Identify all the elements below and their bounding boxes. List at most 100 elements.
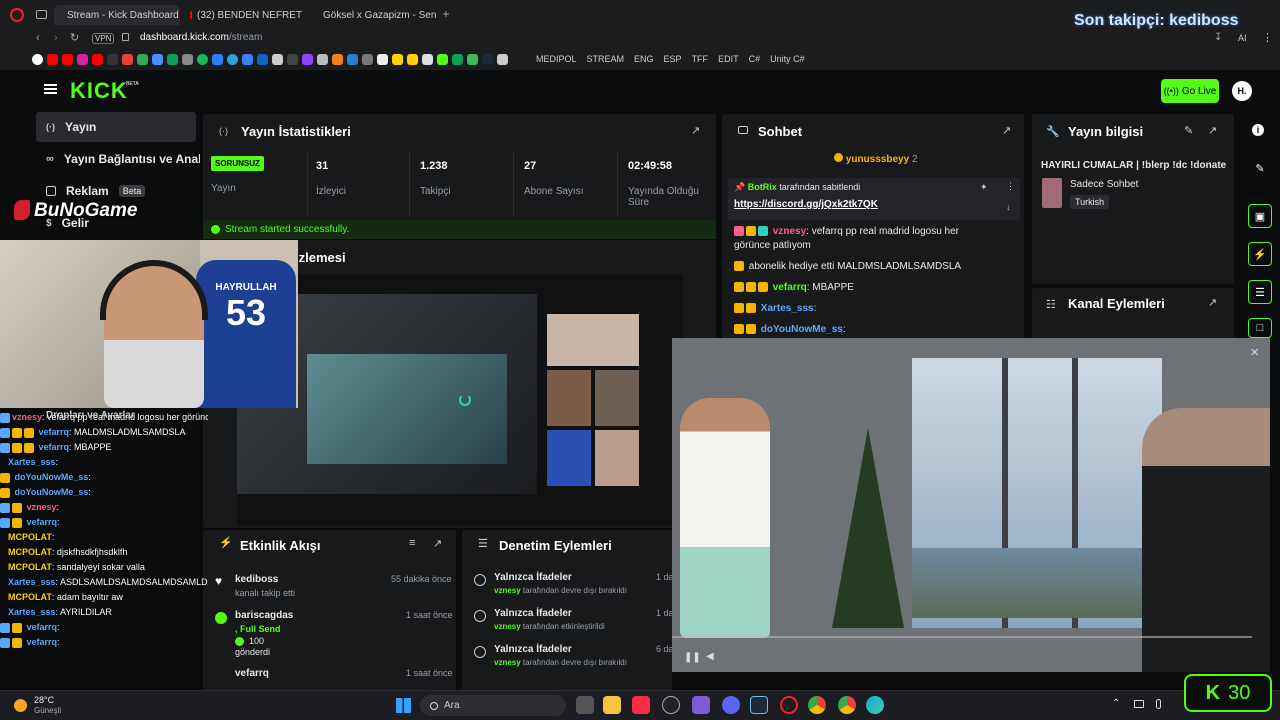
chat-user[interactable]: doYouNowMe_ss — [761, 324, 843, 335]
bookmark-icon[interactable] — [212, 53, 223, 65]
language-tag[interactable]: Turkish — [1070, 195, 1110, 209]
expand-icon[interactable]: ↗ — [691, 124, 700, 137]
pinned-link[interactable]: https://discord.gg/jQxk2tk7QK — [734, 199, 1014, 210]
pause-icon[interactable]: ❚❚ — [684, 652, 701, 663]
google-bookmark-icon[interactable] — [32, 53, 43, 65]
expand-icon[interactable]: ↗ — [1002, 124, 1011, 137]
github-icon[interactable] — [662, 696, 680, 714]
bookmark-icon[interactable] — [272, 53, 283, 65]
gemini-bookmark-icon[interactable] — [152, 53, 163, 65]
info-icon[interactable]: i — [1252, 124, 1264, 136]
music-app-icon[interactable] — [632, 696, 650, 714]
bookmark-icon[interactable] — [242, 53, 253, 65]
kick-bookmark-icon[interactable] — [437, 53, 448, 65]
bookmark-icon[interactable] — [317, 53, 328, 65]
bookmark-icon[interactable] — [332, 53, 343, 65]
bookmark-icon[interactable] — [497, 53, 508, 65]
expand-icon[interactable]: ↗ — [433, 537, 442, 550]
workspace-icon[interactable] — [36, 10, 47, 19]
layout-icon[interactable]: ▣ — [1248, 204, 1272, 228]
moderation-user[interactable]: vznesy — [494, 586, 521, 595]
preview-video[interactable] — [237, 274, 683, 526]
download-icon[interactable]: ↧ — [1214, 32, 1222, 43]
bookmark-icon[interactable] — [407, 53, 418, 65]
pip-progress-bar[interactable] — [672, 636, 1252, 638]
tab-kick-dashboard[interactable]: Stream - Kick Dashboard — [54, 5, 180, 25]
url-field[interactable]: dashboard.kick.com/stream — [140, 32, 262, 43]
ai-icon[interactable]: AI — [1238, 33, 1247, 43]
category-name[interactable]: Sadece Sohbet — [1070, 179, 1138, 190]
instagram-bookmark-icon[interactable] — [77, 53, 88, 65]
taskbar-search[interactable]: Ara — [420, 695, 566, 716]
discord-icon[interactable] — [722, 696, 740, 714]
task-view-icon[interactable] — [576, 696, 594, 714]
bookmark-medipol[interactable]: MEDIPOL — [536, 54, 577, 64]
unpin-icon[interactable]: ✦ — [980, 182, 988, 193]
chat-icon[interactable]: □ — [1248, 318, 1272, 338]
edit-icon[interactable]: ✎ — [1184, 124, 1193, 137]
bookmark-icon[interactable] — [362, 53, 373, 65]
youtube-bookmark-icon[interactable] — [47, 53, 58, 65]
tray-chevron-icon[interactable]: ⌃ — [1112, 698, 1120, 709]
twitch-bookmark-icon[interactable] — [302, 53, 313, 65]
youtube-bookmark-icon[interactable] — [92, 53, 103, 65]
network-icon[interactable] — [1134, 700, 1144, 708]
bookmark-icon[interactable] — [467, 53, 478, 65]
go-live-button[interactable]: ((•)) Go Live — [1161, 79, 1219, 103]
close-icon[interactable]: ✕ — [1250, 346, 1259, 359]
more-icon[interactable]: ⋮ — [1006, 181, 1015, 192]
pinned-message[interactable]: 📌 BotRix tarafından sabitlendi https://d… — [728, 178, 1020, 220]
chat-user[interactable]: vznesy — [773, 226, 806, 237]
bookmark-csharp[interactable]: C# — [749, 54, 761, 64]
steam-icon[interactable] — [750, 696, 768, 714]
microphone-icon[interactable] — [1156, 699, 1161, 709]
list-icon[interactable]: ☰ — [1248, 280, 1272, 304]
moderation-user[interactable]: vznesy — [494, 658, 521, 667]
chat-user[interactable]: vefarrq — [773, 282, 807, 293]
bookmark-icon[interactable] — [422, 53, 433, 65]
chrome-icon[interactable] — [838, 696, 856, 714]
bookmark-icon[interactable] — [392, 53, 403, 65]
youtube-bookmark-icon[interactable] — [62, 53, 73, 65]
drive-bookmark-icon[interactable] — [137, 53, 148, 65]
bookmark-icon[interactable] — [287, 53, 298, 65]
expand-icon[interactable]: ↗ — [1208, 124, 1217, 137]
bookmark-eng[interactable]: ENG — [634, 54, 654, 64]
telegram-bookmark-icon[interactable] — [227, 53, 238, 65]
tab-youtube-1[interactable]: (32) BENDEN NEFRET — [182, 5, 310, 25]
file-explorer-icon[interactable] — [603, 696, 621, 714]
chat-user[interactable]: Xartes_sss — [761, 303, 814, 314]
x-bookmark-icon[interactable] — [107, 53, 118, 65]
spotify-bookmark-icon[interactable] — [197, 53, 208, 65]
pencil-icon[interactable]: ✎ — [1248, 156, 1272, 180]
bookmark-stream[interactable]: STREAM — [587, 54, 625, 64]
bookmark-icon[interactable] — [347, 53, 358, 65]
filter-icon[interactable]: ≡ — [409, 537, 415, 549]
opera-logo-icon[interactable] — [10, 8, 24, 22]
maps-bookmark-icon[interactable] — [167, 53, 178, 65]
bookmark-icon[interactable] — [452, 53, 463, 65]
bookmark-tff[interactable]: TFF — [692, 54, 709, 64]
activity-user[interactable]: bariscagdas — [235, 610, 293, 621]
bookmark-esp[interactable]: ESP — [664, 54, 682, 64]
expand-icon[interactable]: ↗ — [1208, 296, 1217, 309]
bookmark-unity-csharp[interactable]: Unity C# — [770, 54, 805, 64]
tab-youtube-2[interactable]: Göksel x Gazapizm - Sen O — [310, 5, 438, 25]
sidebar-item-yayin[interactable]: (·) Yayın — [36, 112, 196, 142]
activity-user[interactable]: kediboss — [235, 574, 278, 585]
gmail-bookmark-icon[interactable] — [122, 53, 133, 65]
bookmark-icon[interactable] — [182, 53, 193, 65]
arrow-down-icon[interactable]: ↓ — [1006, 202, 1011, 212]
opera-icon[interactable] — [780, 696, 798, 714]
sidebar-item-baglanti[interactable]: ∞ Yayın Bağlantısı ve Anahtar — [36, 144, 200, 174]
pip-video[interactable]: ❚❚ ◀ ✕ — [672, 338, 1270, 672]
avatar[interactable]: H. — [1232, 81, 1252, 101]
new-tab-button[interactable]: + — [440, 8, 452, 20]
chrome-icon[interactable] — [808, 696, 826, 714]
vpn-badge[interactable]: VPN — [92, 33, 115, 44]
weather-temp[interactable]: 28°C — [34, 695, 54, 705]
back-icon[interactable]: ‹ — [36, 32, 40, 44]
edge-icon[interactable] — [866, 696, 884, 714]
bookmark-edit[interactable]: EDIT — [718, 54, 739, 64]
volume-icon[interactable]: ◀ — [706, 651, 714, 662]
